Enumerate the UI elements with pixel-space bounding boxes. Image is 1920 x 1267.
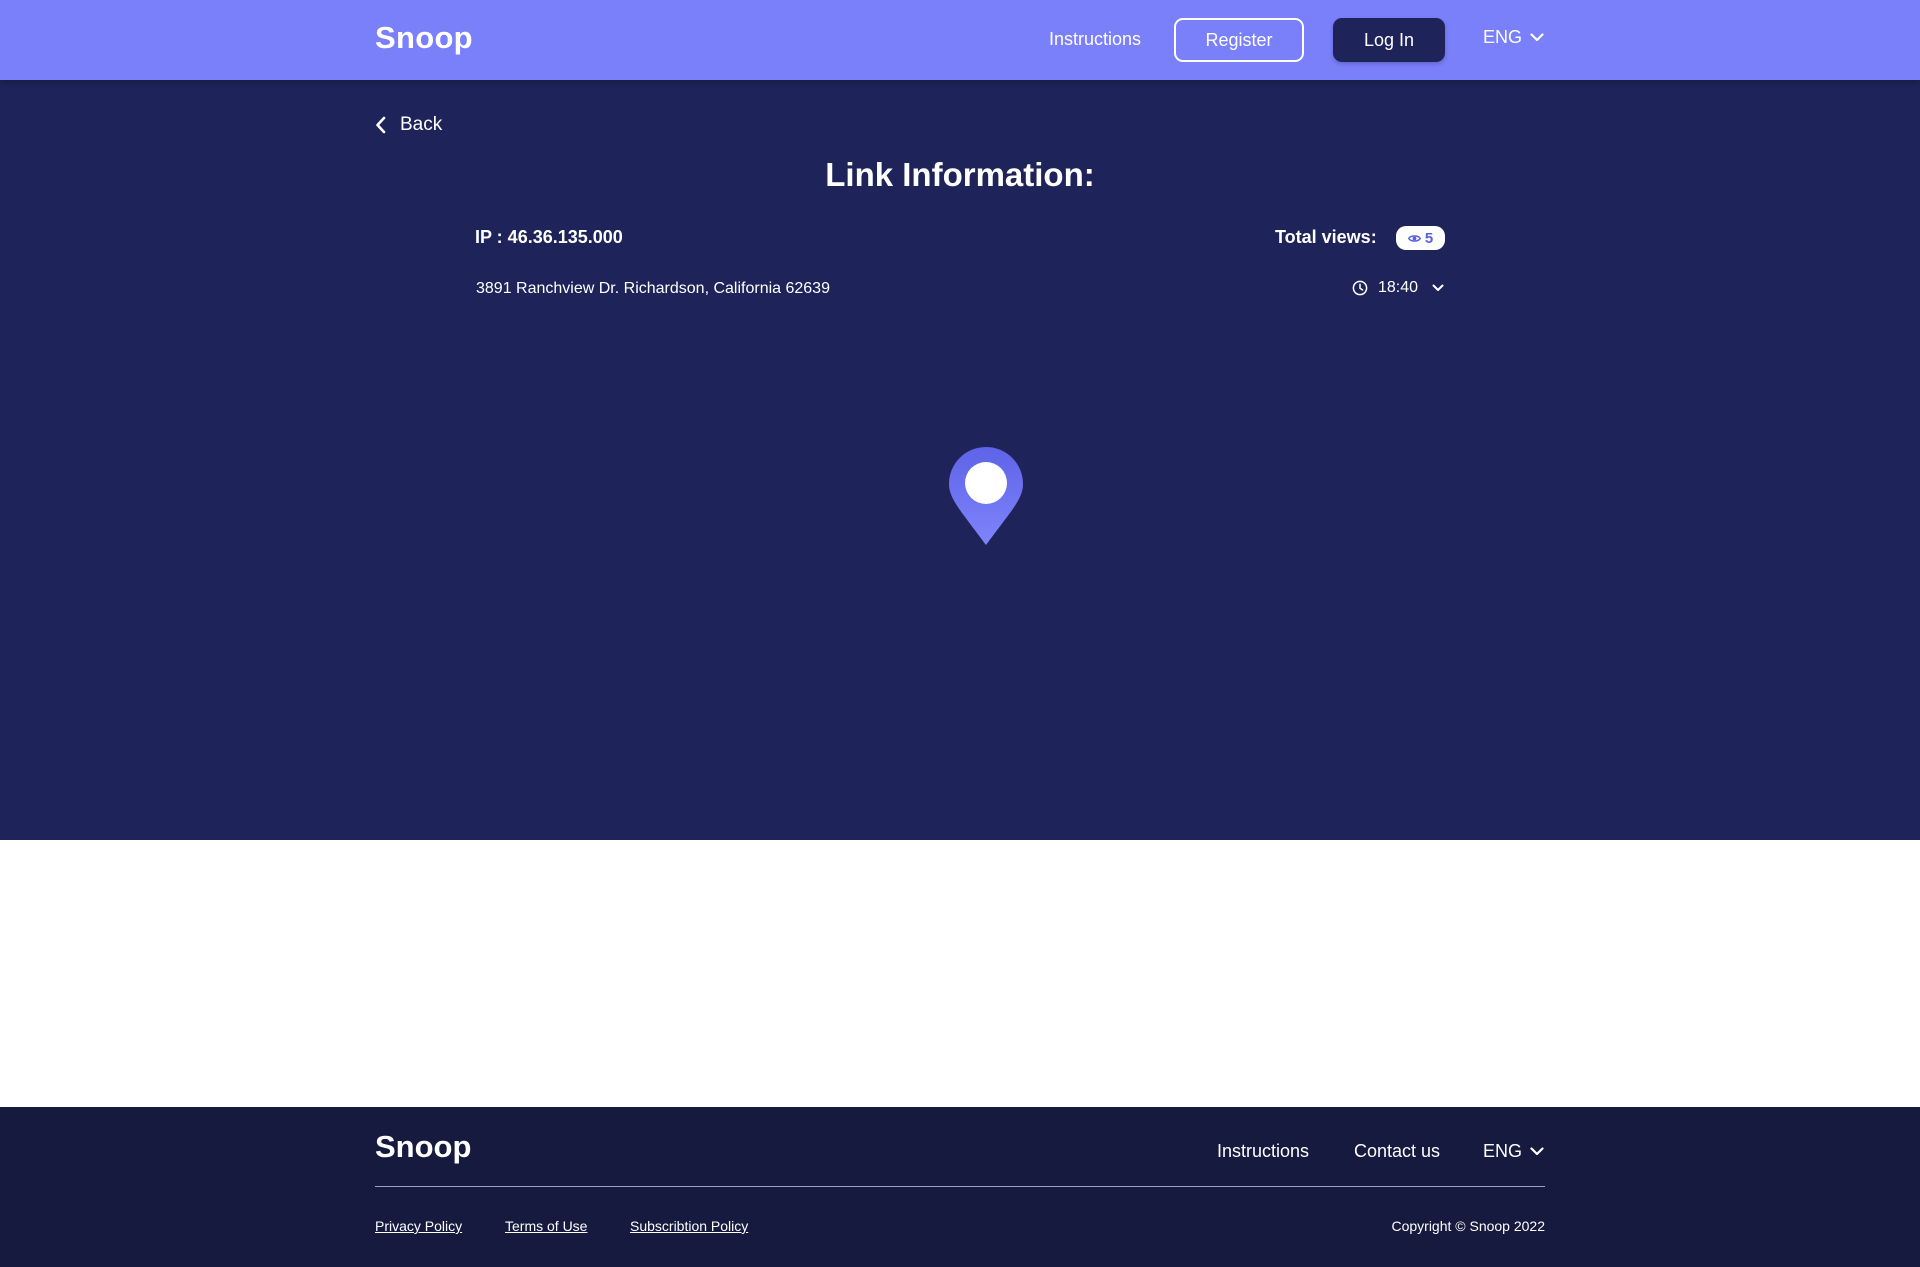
subscription-policy-link[interactable]: Subscribtion Policy <box>630 1218 748 1234</box>
footer-logo[interactable]: Snoop <box>375 1129 471 1165</box>
map-pin-icon <box>949 447 1023 545</box>
views-count: 5 <box>1424 229 1434 247</box>
login-button[interactable]: Log In <box>1333 18 1445 62</box>
logo[interactable]: Snoop <box>375 20 473 56</box>
chevron-down-icon <box>1432 284 1444 291</box>
page-title: Link Information: <box>825 156 1095 193</box>
back-label: Back <box>400 114 443 135</box>
clock-icon <box>1352 280 1368 296</box>
ip-address: IP : 46.36.135.000 <box>475 227 623 247</box>
terms-of-use-link[interactable]: Terms of Use <box>505 1218 587 1234</box>
footer-instructions-link[interactable]: Instructions <box>1217 1141 1309 1162</box>
location-address: 3891 Ranchview Dr. Richardson, Californi… <box>476 280 830 297</box>
total-views-label: Total views: <box>1275 227 1377 247</box>
time-value: 18:40 <box>1378 279 1419 296</box>
privacy-policy-link[interactable]: Privacy Policy <box>375 1218 462 1234</box>
link-info-section: Back Link Information: IP : 46.36.135.00… <box>0 80 1920 840</box>
footer: Snoop Instructions Contact us ENG Privac… <box>0 1107 1920 1267</box>
footer-language-selector[interactable]: ENG <box>1483 1141 1544 1162</box>
footer-divider <box>375 1186 1545 1187</box>
language-selector[interactable]: ENG <box>1483 27 1544 48</box>
chevron-left-icon <box>376 116 386 134</box>
time-selector[interactable]: 18:40 <box>1352 279 1444 297</box>
footer-contact-link[interactable]: Contact us <box>1354 1141 1440 1162</box>
back-button[interactable]: Back <box>375 114 442 136</box>
top-navbar: Snoop Instructions Register Log In ENG <box>0 0 1920 80</box>
eye-icon <box>1407 234 1421 242</box>
chevron-down-icon <box>1530 33 1544 42</box>
register-button[interactable]: Register <box>1174 18 1304 62</box>
copyright-text: Copyright © Snoop 2022 <box>1391 1218 1545 1234</box>
nav-instructions-link[interactable]: Instructions <box>1049 29 1141 50</box>
login-button-label: Log In <box>1363 29 1415 50</box>
views-badge: 5 <box>1396 226 1445 250</box>
chevron-down-icon <box>1530 1147 1544 1156</box>
language-label: ENG <box>1483 27 1523 47</box>
register-button-label: Register <box>1205 29 1273 50</box>
footer-language-label: ENG <box>1483 1141 1523 1161</box>
